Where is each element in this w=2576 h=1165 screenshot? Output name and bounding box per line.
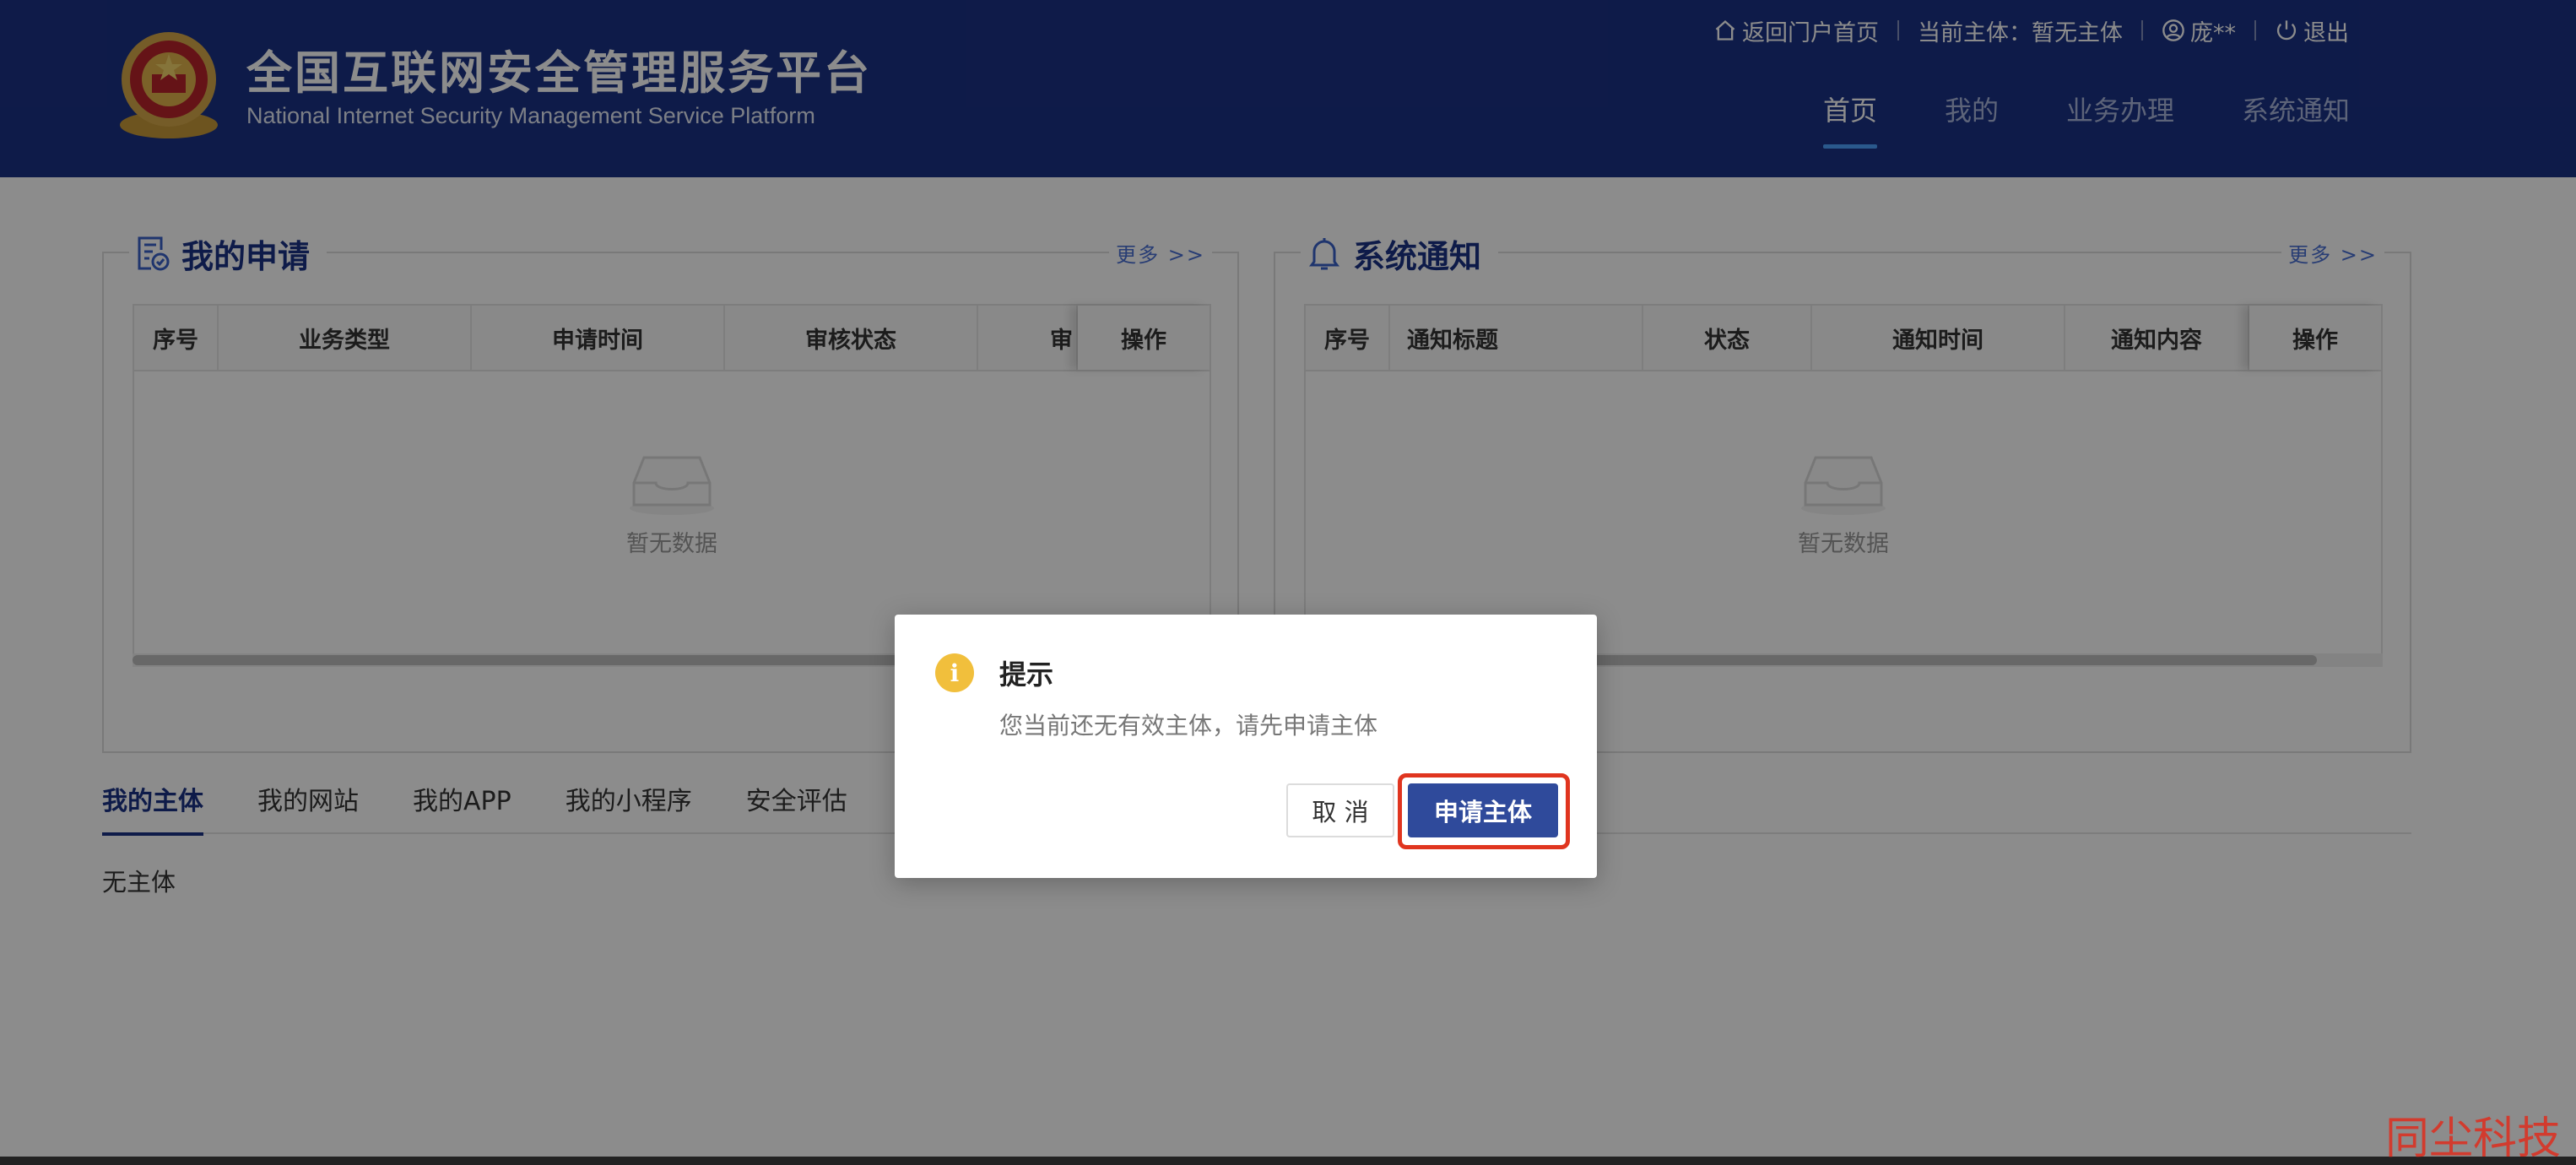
modal-overlay[interactable] <box>0 0 2576 1165</box>
prompt-dialog: i 提示 您当前还无有效主体，请先申请主体 取 消 申请主体 <box>895 615 1597 878</box>
dialog-title: 提示 <box>999 658 1054 691</box>
watermark: 同尘科技 <box>2385 1114 2562 1164</box>
dialog-message: 您当前还无有效主体，请先申请主体 <box>999 712 1378 740</box>
info-icon: i <box>935 653 974 692</box>
bottom-edge <box>0 1157 2576 1165</box>
apply-subject-button[interactable]: 申请主体 <box>1408 783 1558 837</box>
cancel-button[interactable]: 取 消 <box>1286 783 1394 837</box>
